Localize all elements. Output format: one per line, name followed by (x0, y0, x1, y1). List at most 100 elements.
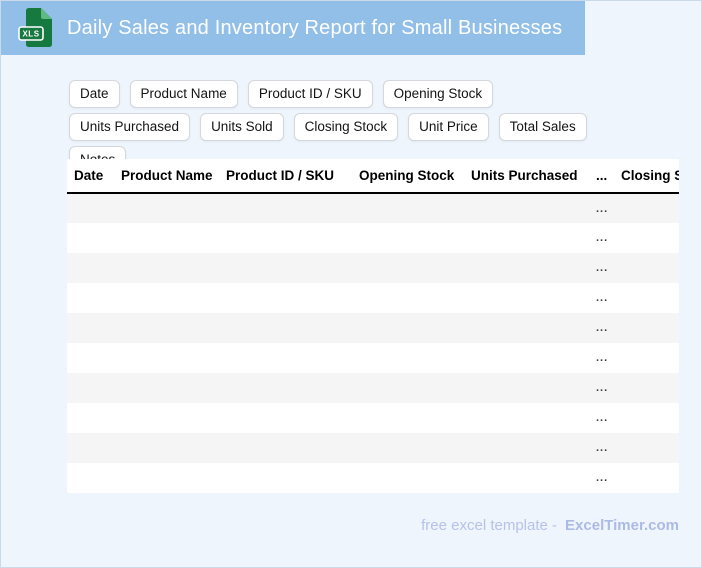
title-banner: XLS Daily Sales and Inventory Report for… (1, 1, 585, 55)
table-cell (471, 433, 593, 463)
table-cell (121, 463, 226, 493)
table-row: ... (67, 223, 679, 253)
table-cell (67, 223, 121, 253)
column-header-units-purchased: Units Purchased (471, 159, 593, 194)
table-cell (67, 343, 121, 373)
table-cell (621, 463, 679, 493)
table-cell (359, 463, 471, 493)
table-row: ... (67, 193, 679, 223)
table-header-row: Date Product Name Product ID / SKU Opening … (67, 159, 679, 194)
table-cell (226, 313, 359, 343)
chip-unit-price[interactable]: Unit Price (408, 113, 489, 141)
footer: free excel template - ExcelTimer.com (421, 517, 679, 534)
chip-total-sales[interactable]: Total Sales (498, 113, 587, 141)
chip-units-purchased[interactable]: Units Purchased (69, 113, 191, 141)
table-cell (226, 343, 359, 373)
table-cell (471, 313, 593, 343)
table-cell: ... (596, 262, 609, 274)
chip-date[interactable]: Date (69, 80, 120, 108)
table-cell (621, 433, 679, 463)
table-row: ... (67, 463, 679, 493)
table-cell (226, 253, 359, 283)
table-cell (121, 253, 226, 283)
table-cell (621, 373, 679, 403)
table-cell: ... (596, 382, 609, 394)
table-cell (359, 253, 471, 283)
table-cell: ... (596, 202, 609, 215)
chip-opening-stock[interactable]: Opening Stock (382, 80, 494, 108)
table-cell (359, 403, 471, 433)
table-row: ... (67, 433, 679, 463)
table-cell (471, 283, 593, 313)
table-cell (67, 193, 121, 223)
column-header-more: ... (593, 159, 621, 194)
column-header-product-name: Product Name (121, 159, 226, 194)
folded-corner (41, 8, 52, 19)
table-cell (471, 253, 593, 283)
table-cell: ... (596, 352, 609, 364)
chip-closing-stock[interactable]: Closing Stock (293, 113, 399, 141)
table-cell (121, 223, 226, 253)
page-title: Daily Sales and Inventory Report for Sma… (67, 16, 563, 39)
table-cell (359, 283, 471, 313)
table-cell (621, 283, 679, 313)
table-cell (226, 193, 359, 223)
table-cell (621, 313, 679, 343)
table-cell: ... (596, 442, 609, 454)
table-cell (226, 463, 359, 493)
table-cell (121, 313, 226, 343)
table-cell (67, 253, 121, 283)
table-row: ... (67, 403, 679, 433)
table-cell (121, 343, 226, 373)
report-table-container: Date Product Name Product ID / SKU Opening … (67, 159, 679, 493)
column-header-product-id-sku: Product ID / SKU (226, 159, 359, 194)
chip-product-id-sku[interactable]: Product ID / SKU (247, 80, 373, 108)
table-cell (67, 463, 121, 493)
table-body: .............................. (67, 193, 679, 493)
table-cell (471, 463, 593, 493)
table-cell (359, 373, 471, 403)
table-cell (67, 313, 121, 343)
page: XLS Daily Sales and Inventory Report for… (0, 0, 702, 568)
table-row: ... (67, 343, 679, 373)
table-row: ... (67, 373, 679, 403)
table-cell (67, 373, 121, 403)
table-cell (621, 343, 679, 373)
table-cell (359, 343, 471, 373)
table-cell (226, 433, 359, 463)
table-cell (621, 253, 679, 283)
column-header-opening-stock: Opening Stock (359, 159, 471, 194)
table-cell (359, 223, 471, 253)
table-cell (471, 193, 593, 223)
table-cell (621, 193, 679, 223)
footer-text: free excel template - (421, 517, 558, 534)
table-cell (621, 403, 679, 433)
table-cell (359, 193, 471, 223)
report-table: Date Product Name Product ID / SKU Opening … (67, 159, 679, 493)
table-cell: ... (596, 412, 609, 424)
table-cell (226, 283, 359, 313)
table-cell (121, 193, 226, 223)
column-header-closing-stock: Closing Stock (621, 159, 679, 194)
table-cell (121, 403, 226, 433)
chip-units-sold[interactable]: Units Sold (200, 113, 284, 141)
table-cell (67, 403, 121, 433)
table-cell (121, 283, 226, 313)
table-row: ... (67, 283, 679, 313)
table-cell (471, 343, 593, 373)
chip-product-name[interactable]: Product Name (129, 80, 238, 108)
table-row: ... (67, 253, 679, 283)
table-cell (226, 373, 359, 403)
table-cell (471, 223, 593, 253)
table-cell (621, 223, 679, 253)
table-cell (121, 373, 226, 403)
footer-brand-link[interactable]: ExcelTimer.com (565, 517, 679, 534)
table-cell (226, 403, 359, 433)
table-cell (226, 223, 359, 253)
table-cell (121, 433, 226, 463)
column-header-date: Date (67, 159, 121, 194)
table-cell (67, 433, 121, 463)
table-cell: ... (596, 292, 609, 304)
table-cell (471, 373, 593, 403)
table-cell (359, 313, 471, 343)
